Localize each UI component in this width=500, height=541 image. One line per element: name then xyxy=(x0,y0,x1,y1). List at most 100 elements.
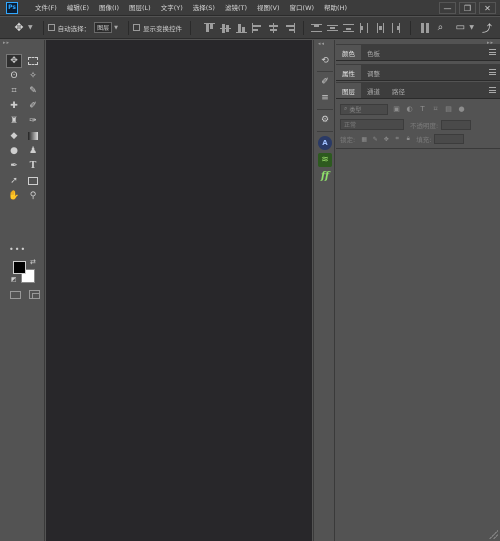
resize-grip-icon[interactable] xyxy=(488,529,498,539)
panel-grip-icon[interactable]: ▸▸ xyxy=(3,40,10,46)
lock-row: 锁定: ▦ ✎ ✥ ⌗ 🔒︎ 填充: xyxy=(340,134,465,144)
adjustments-panel-icon[interactable]: ≡ xyxy=(318,91,332,105)
lock-position-icon[interactable]: ✥ xyxy=(382,135,390,143)
tab-adjustments[interactable]: 调整 xyxy=(361,65,386,80)
align-right-icon[interactable] xyxy=(283,22,296,34)
smart-object-filter-icon[interactable]: ▤ xyxy=(444,105,453,114)
font-plugin-icon[interactable]: ff xyxy=(318,169,332,183)
blur-tool-icon[interactable]: ● xyxy=(6,144,22,158)
history-panel-icon[interactable]: ⟲ xyxy=(318,54,332,68)
hand-tool-icon[interactable]: ✋ xyxy=(6,189,22,203)
tab-color[interactable]: 颜色 xyxy=(336,45,361,60)
panel-menu-icon[interactable] xyxy=(489,69,496,75)
pixel-filter-icon[interactable]: ▣ xyxy=(392,105,401,114)
workspace-caret-icon[interactable]: ▼ xyxy=(469,24,474,31)
layer-stack-plugin-icon[interactable]: ≋ xyxy=(318,153,332,167)
marquee-tool-icon[interactable] xyxy=(25,54,41,68)
opacity-input[interactable] xyxy=(441,119,472,130)
acrobat-plugin-icon[interactable]: A xyxy=(318,136,332,150)
lasso-tool-icon[interactable]: ʘ xyxy=(6,69,22,83)
document-canvas[interactable] xyxy=(46,40,312,541)
filter-toggle-icon[interactable]: ● xyxy=(457,105,466,114)
align-top-icon[interactable] xyxy=(203,22,216,34)
menu-help[interactable]: 帮助(H) xyxy=(319,0,352,16)
properties-panel-tabs: 属性 调整 xyxy=(336,64,500,81)
move-tool-icon[interactable]: ✥ xyxy=(12,21,26,35)
zoom-tool-icon[interactable]: ⚲ xyxy=(25,189,41,203)
menu-layer[interactable]: 图层(L) xyxy=(124,0,156,16)
panel-menu-icon[interactable] xyxy=(489,49,496,55)
menu-image[interactable]: 图像(I) xyxy=(94,0,124,16)
clone-stamp-tool-icon[interactable]: ♜ xyxy=(6,114,22,128)
auto-select-checkbox[interactable] xyxy=(47,24,55,31)
brush-settings-panel-icon[interactable]: ✐ xyxy=(318,75,332,89)
lock-artboard-icon[interactable]: ⌗ xyxy=(393,135,401,143)
gradient-tool-icon[interactable] xyxy=(25,129,41,143)
menu-window[interactable]: 窗口(W) xyxy=(285,0,320,16)
more-tools-icon[interactable]: ••• xyxy=(9,245,26,254)
close-button[interactable]: ✕ xyxy=(479,2,496,14)
align-vertical-center-icon[interactable] xyxy=(219,22,232,34)
healing-brush-tool-icon[interactable]: ✚ xyxy=(6,99,22,113)
rectangle-tool-icon[interactable] xyxy=(25,174,41,188)
tab-swatches[interactable]: 色板 xyxy=(361,45,386,60)
tab-channels[interactable]: 通道 xyxy=(361,83,386,98)
distribute-left-icon[interactable] xyxy=(358,22,371,34)
chevron-down-icon[interactable]: ▼ xyxy=(114,25,118,31)
menu-view[interactable]: 视图(V) xyxy=(252,0,285,16)
eyedropper-tool-icon[interactable]: ✎ xyxy=(25,84,41,98)
menu-filter[interactable]: 滤镜(T) xyxy=(220,0,252,16)
distribute-top-icon[interactable] xyxy=(310,22,323,34)
panel-grip-icon[interactable]: ◂◂ xyxy=(318,41,325,47)
align-bottom-icon[interactable] xyxy=(235,22,248,34)
magic-wand-tool-icon[interactable]: ✧ xyxy=(25,69,41,83)
show-transform-checkbox[interactable] xyxy=(133,24,140,31)
path-selection-tool-icon[interactable]: ➚ xyxy=(6,174,22,188)
menu-file[interactable]: 文件(F) xyxy=(30,0,62,16)
menu-select[interactable]: 选择(S) xyxy=(188,0,220,16)
tab-paths[interactable]: 路径 xyxy=(386,83,411,98)
move-tool-icon[interactable]: ✥ xyxy=(6,54,22,68)
restore-button[interactable]: ❐ xyxy=(459,2,476,14)
tool-preset-caret-icon[interactable]: ▼ xyxy=(28,24,33,31)
distribute-vertical-center-icon[interactable] xyxy=(326,22,339,34)
share-icon[interactable]: ⤴ xyxy=(480,20,494,35)
lock-all-icon[interactable]: 🔒︎ xyxy=(404,135,412,143)
crop-tool-icon[interactable]: ⌗ xyxy=(6,84,22,98)
brush-tool-icon[interactable]: ✐ xyxy=(25,99,41,113)
dodge-tool-icon[interactable]: ♟ xyxy=(25,144,41,158)
screen-mode-icon[interactable] xyxy=(29,290,40,299)
foreground-color-swatch[interactable] xyxy=(13,261,26,274)
shape-filter-icon[interactable]: ⌑ xyxy=(431,105,440,114)
fill-input[interactable] xyxy=(434,134,465,144)
pen-tool-icon[interactable]: ✒ xyxy=(6,159,22,173)
distribute-horizontal-center-icon[interactable] xyxy=(374,22,387,34)
type-filter-icon[interactable]: T xyxy=(418,105,427,114)
workspace-icon[interactable]: ▭ xyxy=(453,20,467,34)
tab-properties[interactable]: 属性 xyxy=(336,65,361,80)
menu-edit[interactable]: 编辑(E) xyxy=(62,0,94,16)
layer-filter-dropdown[interactable]: ⌕ 类型 xyxy=(340,103,388,115)
distribute-right-icon[interactable] xyxy=(390,22,403,34)
panel-menu-icon[interactable] xyxy=(489,87,496,93)
history-brush-tool-icon[interactable]: ✑ xyxy=(25,114,41,128)
libraries-panel-icon[interactable]: ⚙ xyxy=(318,113,332,127)
swap-colors-icon[interactable]: ⇄ xyxy=(30,258,36,266)
adjustment-filter-icon[interactable]: ◐ xyxy=(405,105,414,114)
quick-mask-icon[interactable] xyxy=(10,291,21,299)
lock-pixels-icon[interactable]: ✎ xyxy=(371,135,379,143)
align-left-icon[interactable] xyxy=(251,22,264,34)
align-horizontal-center-icon[interactable] xyxy=(267,22,280,34)
auto-select-dropdown[interactable]: 图层 xyxy=(94,22,113,33)
lock-transparent-icon[interactable]: ▦ xyxy=(360,135,368,143)
menu-type[interactable]: 文字(Y) xyxy=(156,0,188,16)
type-tool-icon[interactable]: T xyxy=(25,159,41,173)
eraser-tool-icon[interactable]: ◆ xyxy=(6,129,22,143)
tab-layers[interactable]: 图层 xyxy=(336,83,361,98)
distribute-bottom-icon[interactable] xyxy=(342,22,355,34)
minimize-button[interactable]: — xyxy=(439,2,456,14)
blend-mode-dropdown[interactable]: 正常 xyxy=(340,119,404,130)
window-controls: — ❐ ✕ xyxy=(436,0,496,16)
search-icon[interactable]: ⌕ xyxy=(433,20,447,34)
default-colors-icon[interactable]: ◩ xyxy=(11,276,17,283)
